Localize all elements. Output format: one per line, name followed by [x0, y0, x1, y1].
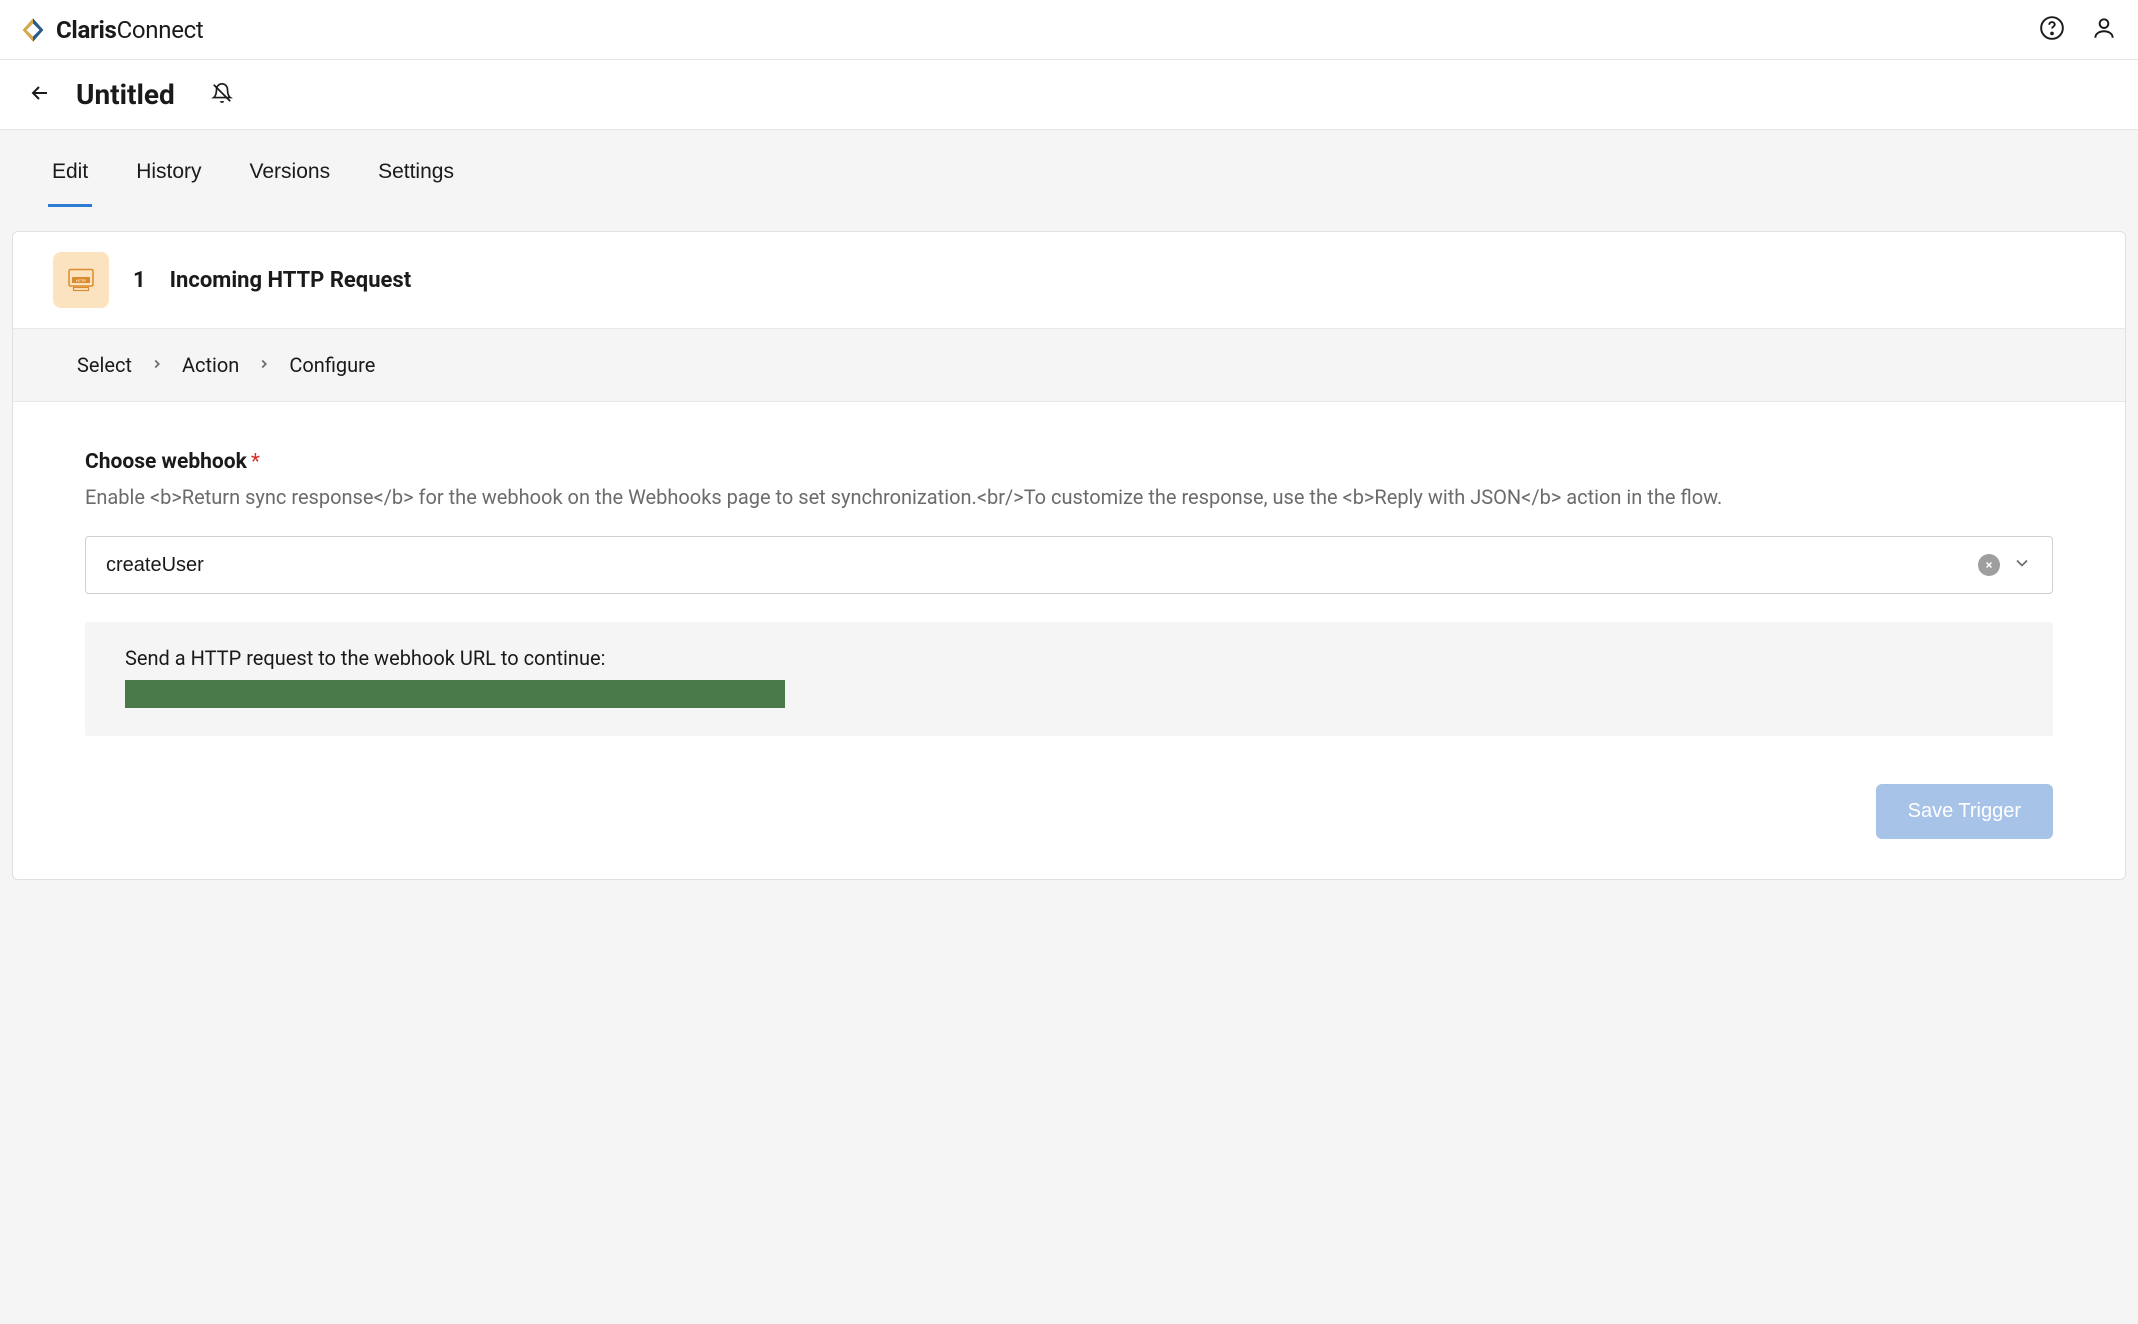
tab-edit[interactable]: Edit	[48, 130, 92, 207]
svg-text:HTTP: HTTP	[76, 279, 86, 283]
arrow-left-icon	[28, 81, 52, 108]
clear-button[interactable]	[1978, 554, 2000, 576]
webhook-select-value[interactable]	[106, 554, 1978, 577]
back-button[interactable]	[28, 81, 52, 108]
required-marker: *	[251, 450, 260, 474]
logo[interactable]: ClarisConnect	[20, 16, 203, 44]
page-title: Untitled	[76, 78, 175, 111]
tab-settings[interactable]: Settings	[374, 130, 458, 207]
select-actions	[1978, 553, 2032, 577]
help-icon	[2039, 15, 2065, 44]
form-section: Choose webhook* Enable <b>Return sync re…	[13, 402, 2125, 764]
help-button[interactable]	[2038, 16, 2066, 44]
brand-name: ClarisConnect	[56, 16, 203, 44]
field-label: Choose webhook*	[85, 450, 2053, 474]
claris-logo-icon	[20, 17, 46, 43]
info-text: Send a HTTP request to the webhook URL t…	[125, 646, 2013, 670]
notification-button[interactable]	[211, 82, 233, 108]
step-title: Incoming HTTP Request	[170, 268, 412, 293]
tabs: Edit History Versions Settings	[0, 130, 2138, 207]
tab-history[interactable]: History	[132, 130, 205, 207]
bell-off-icon	[211, 89, 233, 108]
save-trigger-button[interactable]: Save Trigger	[1876, 784, 2053, 839]
http-icon: HTTP	[53, 252, 109, 308]
chevron-right-icon	[257, 356, 271, 375]
sub-header: Untitled	[0, 60, 2138, 130]
webhook-url-redacted	[125, 680, 785, 708]
close-icon	[1984, 558, 1994, 573]
breadcrumb-action[interactable]: Action	[182, 353, 239, 377]
chevron-right-icon	[150, 356, 164, 375]
webhook-select[interactable]	[85, 536, 2053, 594]
user-icon	[2091, 15, 2117, 44]
breadcrumb-select[interactable]: Select	[77, 353, 132, 377]
step-card: HTTP 1 Incoming HTTP Request Select Acti…	[12, 231, 2126, 880]
field-help: Enable <b>Return sync response</b> for t…	[85, 482, 2053, 512]
info-box: Send a HTTP request to the webhook URL t…	[85, 622, 2053, 736]
main-area: Edit History Versions Settings HTTP 1 In…	[0, 130, 2138, 1324]
tab-versions[interactable]: Versions	[246, 130, 335, 207]
breadcrumb: Select Action Configure	[13, 328, 2125, 402]
top-header: ClarisConnect	[0, 0, 2138, 60]
step-header[interactable]: HTTP 1 Incoming HTTP Request	[13, 232, 2125, 328]
step-number: 1	[133, 268, 146, 293]
breadcrumb-configure[interactable]: Configure	[289, 353, 375, 377]
profile-button[interactable]	[2090, 16, 2118, 44]
chevron-down-icon	[2012, 553, 2032, 577]
header-actions	[2038, 16, 2118, 44]
action-row: Save Trigger	[13, 764, 2125, 879]
